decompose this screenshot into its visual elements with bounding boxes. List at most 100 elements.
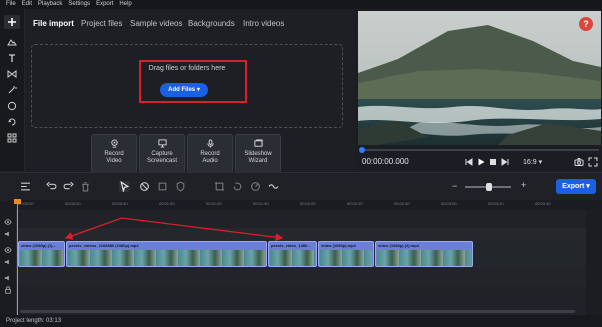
menu-bar: File Edit Playback Settings Export Help xyxy=(0,0,602,9)
text-icon[interactable] xyxy=(4,51,20,65)
delete-icon[interactable] xyxy=(80,181,91,192)
preview-controls: 00:00:00.000 16:9 ▾ xyxy=(358,145,602,171)
record-video-label-2: Video xyxy=(106,158,122,164)
speed-icon[interactable] xyxy=(250,181,261,192)
aspect-ratio-select[interactable]: 16:9 ▾ xyxy=(523,158,542,166)
preview-progress-handle[interactable] xyxy=(359,147,365,153)
clip-name: pexels_videos_2168880 (1080p).mp4 xyxy=(69,243,139,248)
menu-playback[interactable]: Playback xyxy=(38,0,62,9)
shield-icon[interactable] xyxy=(175,181,186,192)
timeline-ruler[interactable]: 00:00:00 00:00:20 00:00:40 00:01:00 00:0… xyxy=(14,200,602,210)
timeline-clip[interactable]: video (1080p) (1)... xyxy=(18,241,65,267)
crop-icon[interactable] xyxy=(214,181,225,192)
timeline-clip[interactable]: video (1080p) (2).mp4 xyxy=(375,241,473,267)
ruler-tick: 00:03:00 xyxy=(441,201,457,206)
record-video-button[interactable]: Record Video xyxy=(91,134,137,173)
speaker-icon[interactable] xyxy=(4,258,12,266)
track-lane-text[interactable] xyxy=(16,228,586,240)
ruler-tick: 00:03:40 xyxy=(535,201,551,206)
zoom-out-icon[interactable]: − xyxy=(452,181,457,191)
aspect-ratio-value: 16:9 xyxy=(523,159,537,166)
media-panel: File import Project files Sample videos … xyxy=(25,9,355,173)
audio-level-meter xyxy=(586,210,602,315)
menu-settings[interactable]: Settings xyxy=(68,0,90,9)
tab-intro-videos[interactable]: Intro videos xyxy=(243,19,284,28)
eye-icon[interactable] xyxy=(4,246,12,254)
templates-icon[interactable] xyxy=(4,131,20,145)
chevron-down-icon: ▾ xyxy=(586,183,590,190)
menu-edit[interactable]: Edit xyxy=(22,0,32,9)
tab-sample-videos[interactable]: Sample videos xyxy=(130,19,182,28)
capture-screencast-label-2: Screencast xyxy=(146,158,177,164)
timeline-scrollbar[interactable] xyxy=(20,310,575,313)
chevron-down-icon: ▾ xyxy=(196,87,200,93)
effects-icon[interactable] xyxy=(4,83,20,97)
add-icon[interactable] xyxy=(4,15,20,29)
skip-back-icon[interactable] xyxy=(464,157,474,167)
lock-icon[interactable] xyxy=(4,286,12,294)
capture-screencast-button[interactable]: Capture Screencast xyxy=(139,134,185,173)
preview-progress-track[interactable] xyxy=(361,149,599,151)
razor-icon[interactable] xyxy=(139,181,150,192)
fullscreen-icon[interactable] xyxy=(588,157,598,167)
video-preview[interactable] xyxy=(358,11,601,145)
ruler-tick: 00:01:00 xyxy=(159,201,175,206)
drop-zone[interactable]: Drag files or folders here Add Files ▾ xyxy=(31,44,343,128)
status-bar: Project length: 03:13 xyxy=(0,315,602,327)
slideshow-wizard-label-2: Wizard xyxy=(248,158,268,164)
menu-help[interactable]: Help xyxy=(119,0,131,9)
tab-file-import[interactable]: File import xyxy=(33,19,74,28)
skip-forward-icon[interactable] xyxy=(500,157,510,167)
clip-thumbnails xyxy=(320,250,372,266)
clip-thumbnails xyxy=(377,250,471,266)
add-files-button[interactable]: Add Files ▾ xyxy=(160,83,208,97)
tab-project-files[interactable]: Project files xyxy=(81,19,122,28)
timeline-clip[interactable]: video (1080p).mp4 xyxy=(318,241,374,267)
media-icon[interactable] xyxy=(4,35,20,49)
ruler-tick: 00:02:40 xyxy=(394,201,410,206)
tab-backgrounds[interactable]: Backgrounds xyxy=(188,19,235,28)
clip-thumbnails xyxy=(270,250,315,266)
split-icon[interactable] xyxy=(157,181,168,192)
help-button[interactable]: ? xyxy=(579,17,593,31)
track-settings-icon[interactable] xyxy=(20,181,31,192)
clip-name: video (1080p).mp4 xyxy=(321,243,356,248)
play-icon[interactable] xyxy=(476,157,486,167)
ruler-tick: 00:01:20 xyxy=(206,201,222,206)
timeline-clip[interactable]: pexels_video_1480... xyxy=(268,241,317,267)
tool-strip xyxy=(0,9,25,171)
timeline-clip[interactable]: pexels_videos_2168880 (1080p).mp4 xyxy=(66,241,267,267)
track-headers xyxy=(0,210,17,315)
overlay-icon[interactable] xyxy=(4,115,20,129)
stickers-icon[interactable] xyxy=(4,99,20,113)
clip-name: pexels_video_1480... xyxy=(271,243,311,248)
slideshow-wizard-label-1: Slideshow xyxy=(244,151,272,157)
slideshow-icon xyxy=(253,139,263,147)
rotate-icon[interactable] xyxy=(232,181,243,192)
select-tool-icon[interactable] xyxy=(119,181,130,192)
eye-icon[interactable] xyxy=(4,218,12,226)
transitions-icon[interactable] xyxy=(4,67,20,81)
ruler-tick: 00:02:20 xyxy=(347,201,363,206)
project-length: Project length: 03:13 xyxy=(6,318,62,324)
menu-export[interactable]: Export xyxy=(96,0,113,9)
zoom-in-icon[interactable]: + xyxy=(521,180,526,190)
speaker-icon[interactable] xyxy=(4,274,12,282)
redo-icon[interactable] xyxy=(63,181,74,192)
ruler-tick: 00:03:20 xyxy=(488,201,504,206)
microphone-icon xyxy=(206,139,214,148)
menu-file[interactable]: File xyxy=(6,0,16,9)
export-button[interactable]: Export ▾ xyxy=(556,179,596,194)
clip-name: video (1080p) (2).mp4 xyxy=(378,243,419,248)
record-audio-button[interactable]: Record Audio xyxy=(187,134,233,173)
undo-icon[interactable] xyxy=(46,181,57,192)
track-lane-audio[interactable] xyxy=(16,268,586,286)
link-icon[interactable] xyxy=(268,181,279,192)
zoom-slider-handle[interactable] xyxy=(486,183,492,191)
snapshot-icon[interactable] xyxy=(574,157,584,167)
slideshow-wizard-button[interactable]: Slideshow Wizard xyxy=(235,134,281,173)
speaker-icon[interactable] xyxy=(4,230,12,238)
stop-icon[interactable] xyxy=(488,157,498,167)
playhead[interactable] xyxy=(17,200,18,315)
chevron-down-icon: ▾ xyxy=(538,159,543,166)
